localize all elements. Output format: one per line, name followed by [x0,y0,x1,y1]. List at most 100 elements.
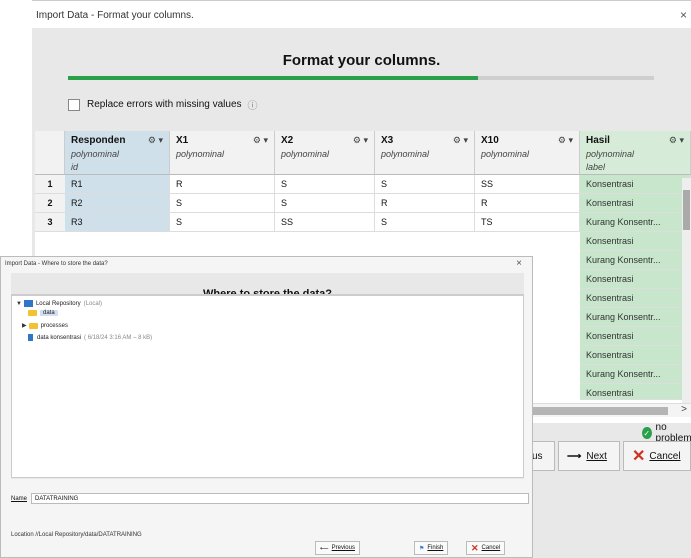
table-cell: R [375,194,475,213]
cancel-button[interactable]: ✕ Cancel [623,441,691,471]
arrow-left-icon: ⟵ [320,545,329,552]
column-header-hasil[interactable]: Hasil ⚙ ▾ polynominal label [580,131,691,175]
scroll-thumb[interactable] [530,407,668,415]
front-cancel-button[interactable]: ✕ Cancel [466,541,506,555]
cancel-button-label: Cancel [649,450,681,462]
column-type: polynominal [381,149,430,159]
column-type: polynominal [71,149,120,159]
repository-icon [23,300,33,307]
replace-errors-checkbox[interactable] [68,98,80,111]
column-header-x1[interactable]: X1 ⚙ ▾ polynominal [170,131,275,175]
wizard-progress [68,76,654,80]
table-cell: S [275,175,375,194]
front-dialog-title: Import Data - Where to store the data? [5,261,108,267]
label-cell: Kurang Konsentr... [580,365,691,384]
table-cell: S [375,175,475,194]
row-number: 2 [35,194,65,213]
table-cell: S [275,194,375,213]
label-cell: Kurang Konsentr... [580,251,691,270]
table-cell: S [170,213,275,232]
row-number: 3 [35,213,65,232]
column-header-x3[interactable]: X3 ⚙ ▾ polynominal [375,131,475,175]
expand-right-icon[interactable]: ▶ [22,322,27,329]
table-cell: R [475,194,580,213]
column-header-responden[interactable]: Responden ⚙ ▾ polynominal id [65,131,170,175]
table-horizontal-scrollbar[interactable]: > [530,403,691,417]
tree-item-data[interactable]: data [28,310,58,316]
label-cell: Konsentrasi [580,232,691,251]
label-cell: Konsentrasi [580,194,691,213]
front-previous-label: Previous [331,545,355,551]
front-finish-label: Finish [427,545,444,551]
column-settings-icon[interactable]: ⚙ ▾ [453,135,468,146]
column-settings-icon[interactable]: ⚙ ▾ [669,135,684,146]
next-button-label: Next [586,450,607,462]
table-cell: S [375,213,475,232]
top-divider [32,0,691,1]
label-cell: Konsentrasi [580,270,691,289]
table-vertical-scrollbar[interactable] [682,178,691,403]
back-close-icon[interactable]: × [680,8,687,22]
back-titlebar: Import Data - Format your columns. × [32,6,691,28]
column-header-x10[interactable]: X10 ⚙ ▾ polynominal [475,131,580,175]
scroll-right-icon[interactable]: > [681,404,687,415]
table-cell: R1 [65,175,170,194]
column-type: polynominal [586,149,635,159]
label-cell: Konsentrasi [580,175,691,194]
column-type: polynominal [176,149,225,159]
column-settings-icon[interactable]: ⚙ ▾ [353,135,368,146]
store-data-dialog: Import Data - Where to store the data? ×… [0,256,533,558]
cancel-x-icon: ✕ [471,542,479,553]
expand-down-icon[interactable]: ▼ [16,301,22,307]
arrow-right-icon: ⟶ [567,450,582,462]
next-button[interactable]: ⟶ Next [558,441,620,471]
column-settings-icon[interactable]: ⚙ ▾ [558,135,573,146]
tree-root[interactable]: ▼ Local Repository (Local) [16,300,102,307]
tree-item-data-konsentrasi[interactable]: data konsentrasi ( 6/18/24 3:16 AM – 8 k… [28,334,152,341]
repository-tree-panel[interactable]: ▼ Local Repository (Local) data ▶ proces… [11,295,524,478]
row-number: 1 [35,175,65,194]
column-type: polynominal [281,149,330,159]
label-cell: Konsentrasi [580,384,691,400]
label-cell: Kurang Konsentr... [580,308,691,327]
tree-root-label: Local Repository [35,300,81,307]
check-circle-icon: ✓ [642,427,652,439]
location-text: Location //Local Repository/data/DATATRA… [11,532,142,538]
table-cell: TS [475,213,580,232]
label-cell: Konsentrasi [580,327,691,346]
tree-root-note: (Local) [83,300,102,307]
table-cell: R [170,175,275,194]
tree-item-label: data [40,310,58,316]
column-role: id [71,162,79,172]
tree-item-processes[interactable]: ▶ processes [22,322,68,329]
table-cell: SS [275,213,375,232]
name-label: Name [11,495,28,502]
tree-item-label: processes [40,322,68,329]
data-file-icon [28,334,33,341]
table-cell: R3 [65,213,170,232]
folder-icon [28,310,37,316]
tree-item-label: data konsentrasi [37,334,82,341]
scroll-thumb[interactable] [683,190,690,230]
tree-item-meta: ( 6/18/24 3:16 AM – 8 kB) [84,334,153,341]
info-icon[interactable]: ⓘ [248,97,258,112]
back-heading: Format your columns. [282,52,441,69]
column-type: polynominal [481,149,530,159]
column-settings-icon[interactable]: ⚙ ▾ [148,135,163,146]
column-header-x2[interactable]: X2 ⚙ ▾ polynominal [275,131,375,175]
row-number-header [35,131,65,175]
label-cell: Konsentrasi [580,346,691,365]
front-previous-button[interactable]: ⟵ Previous [315,541,360,555]
column-settings-icon[interactable]: ⚙ ▾ [253,135,268,146]
replace-errors-label: Replace errors with missing values [87,99,242,110]
table-cell: S [170,194,275,213]
column-role: label [586,162,606,172]
back-dialog-title: Import Data - Format your columns. [36,10,194,21]
front-finish-button[interactable]: ⚑ Finish [414,541,449,555]
previous-button-label: us [532,450,543,462]
front-close-icon[interactable]: × [516,258,522,269]
table-cell: SS [475,175,580,194]
name-row: Name DATATRAINING [11,493,529,504]
front-cancel-label: Cancel [481,545,501,551]
name-input[interactable]: DATATRAINING [31,493,529,504]
